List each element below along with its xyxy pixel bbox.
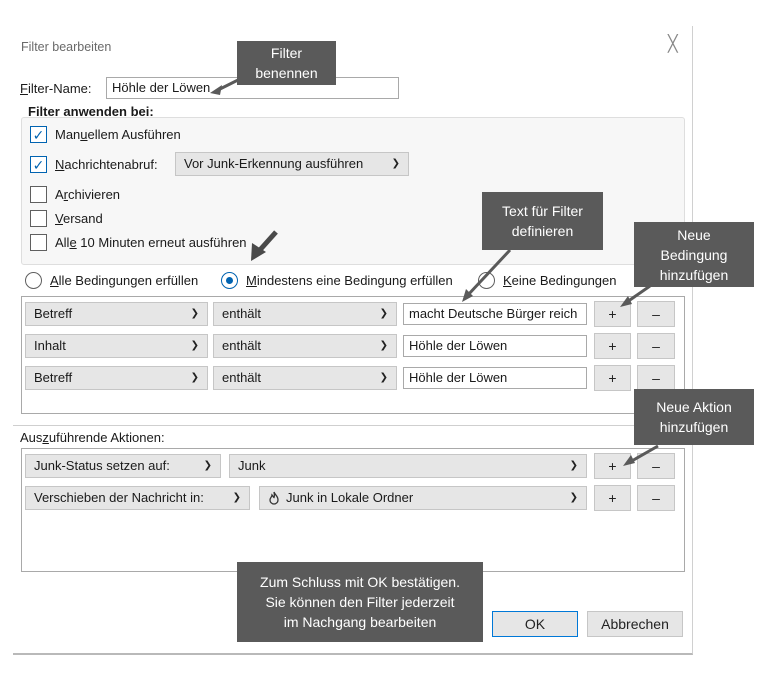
action-row: Junk-Status setzen auf: ❯ Junk ❯ + – xyxy=(25,453,681,479)
condition-operator-select[interactable]: enthält ❯ xyxy=(213,302,397,326)
add-condition-button[interactable]: + xyxy=(594,365,631,391)
condition-value-input[interactable]: macht Deutsche Bürger reich xyxy=(403,303,587,325)
chevron-down-icon: ❯ xyxy=(379,340,388,351)
action-target-select[interactable]: Junk in Lokale Ordner ❯ xyxy=(259,486,587,510)
action-target-content: Junk in Lokale Ordner xyxy=(268,487,413,509)
condition-row: Inhalt ❯ enthält ❯ Höhle der Löwen + – xyxy=(25,333,681,359)
chevron-down-icon: ❯ xyxy=(379,308,388,319)
radio-match-all-label: Alle Bedingungen erfüllen xyxy=(50,273,199,288)
add-action-button[interactable]: + xyxy=(594,453,631,479)
option-fetch-label: Nachrichtenabruf: xyxy=(55,157,158,172)
condition-row: Betreff ❯ enthält ❯ macht Deutsche Bürger … xyxy=(25,301,681,327)
action-target-label: Junk in Lokale Ordner xyxy=(286,490,414,505)
action-type-select[interactable]: Junk-Status setzen auf: ❯ xyxy=(25,454,221,478)
radio-match-all-button[interactable] xyxy=(25,272,42,289)
radio-match-all[interactable]: Alle Bedingungen erfüllen xyxy=(25,272,198,289)
section-divider xyxy=(13,425,693,426)
check-icon: ✓ xyxy=(32,156,45,173)
fetch-timing-value: Vor Junk-Erkennung ausführen xyxy=(184,156,364,171)
radio-match-none[interactable]: Keine Bedingungen xyxy=(478,272,617,289)
filter-name-label-key: F xyxy=(20,81,28,96)
radio-match-none-button[interactable] xyxy=(478,272,495,289)
dialog-title: Filter bearbeiten xyxy=(21,40,112,54)
callout-confirm: Zum Schluss mit OK bestätigen. Sie könne… xyxy=(237,562,483,642)
option-archive[interactable]: Archivieren xyxy=(30,186,120,203)
filter-name-label: Filter-Name: xyxy=(20,81,92,96)
action-type-select[interactable]: Verschieben der Nachricht in: ❯ xyxy=(25,486,250,510)
remove-condition-button[interactable]: – xyxy=(637,301,675,327)
callout-condition: Neue Bedingung hinzufügen xyxy=(634,222,754,287)
option-periodic[interactable]: Alle 10 Minuten erneut ausführen xyxy=(30,234,247,251)
add-condition-button[interactable]: + xyxy=(594,301,631,327)
chevron-down-icon: ❯ xyxy=(569,492,578,503)
action-target-select[interactable]: Junk ❯ xyxy=(229,454,587,478)
option-archive-label: Archivieren xyxy=(55,187,121,202)
remove-action-button[interactable]: – xyxy=(637,485,675,511)
filter-name-label-rest: ilter-Name: xyxy=(27,81,92,96)
condition-field-select[interactable]: Betreff ❯ xyxy=(25,302,208,326)
check-icon: ✓ xyxy=(32,126,45,143)
chevron-down-icon: ❯ xyxy=(379,372,388,383)
condition-operator-select[interactable]: enthält ❯ xyxy=(213,366,397,390)
chevron-down-icon: ❯ xyxy=(190,308,199,319)
remove-condition-button[interactable]: – xyxy=(637,365,675,391)
checkbox-fetch[interactable]: ✓ xyxy=(30,156,47,173)
radio-dot xyxy=(226,277,233,284)
remove-action-button[interactable]: – xyxy=(637,453,675,479)
option-manual-run[interactable]: ✓ Manuellem Ausführen xyxy=(30,126,181,143)
checkbox-periodic[interactable] xyxy=(30,234,47,251)
option-send[interactable]: Versand xyxy=(30,210,103,227)
condition-value-input[interactable]: Höhle der Löwen xyxy=(403,367,587,389)
callout-action: Neue Aktion hinzufügen xyxy=(634,389,754,445)
callout-name: Filter benennen xyxy=(237,41,336,85)
chevron-down-icon: ❯ xyxy=(190,340,199,351)
fetch-timing-select[interactable]: Vor Junk-Erkennung ausführen ❯ xyxy=(175,152,409,176)
remove-condition-button[interactable]: – xyxy=(637,333,675,359)
ok-button[interactable]: OK xyxy=(492,611,578,637)
radio-match-any-button[interactable] xyxy=(221,272,238,289)
folder-junk-icon xyxy=(269,491,279,505)
chevron-down-icon: ❯ xyxy=(203,460,212,471)
checkbox-send[interactable] xyxy=(30,210,47,227)
option-manual-run-label: Manuellem Ausführen xyxy=(55,127,181,142)
condition-value-input[interactable]: Höhle der Löwen xyxy=(403,335,587,357)
radio-match-none-label: Keine Bedingungen xyxy=(503,273,617,288)
chevron-down-icon: ❯ xyxy=(391,158,400,169)
callout-text: Text für Filter definieren xyxy=(482,192,603,250)
cancel-button[interactable]: Abbrechen xyxy=(587,611,683,637)
radio-match-any[interactable]: Mindestens eine Bedingung erfüllen xyxy=(221,272,453,289)
chevron-down-icon: ❯ xyxy=(190,372,199,383)
close-icon[interactable]: ╳ xyxy=(668,36,678,54)
checkbox-manual-run[interactable]: ✓ xyxy=(30,126,47,143)
condition-row: Betreff ❯ enthält ❯ Höhle der Löwen + – xyxy=(25,365,681,391)
condition-field-select[interactable]: Betreff ❯ xyxy=(25,366,208,390)
chevron-down-icon: ❯ xyxy=(569,460,578,471)
actions-heading: Auszuführende Aktionen: xyxy=(20,430,165,445)
add-action-button[interactable]: + xyxy=(594,485,631,511)
condition-operator-select[interactable]: enthält ❯ xyxy=(213,334,397,358)
action-row: Verschieben der Nachricht in: ❯ Junk in L… xyxy=(25,485,681,511)
add-condition-button[interactable]: + xyxy=(594,333,631,359)
option-send-label: Versand xyxy=(55,211,103,226)
option-periodic-label: Alle 10 Minuten erneut ausführen xyxy=(55,235,247,250)
radio-match-any-label: Mindestens eine Bedingung erfüllen xyxy=(246,273,453,288)
condition-field-select[interactable]: Inhalt ❯ xyxy=(25,334,208,358)
checkbox-archive[interactable] xyxy=(30,186,47,203)
chevron-down-icon: ❯ xyxy=(232,492,241,503)
option-fetch[interactable]: ✓ Nachrichtenabruf: xyxy=(30,156,158,173)
